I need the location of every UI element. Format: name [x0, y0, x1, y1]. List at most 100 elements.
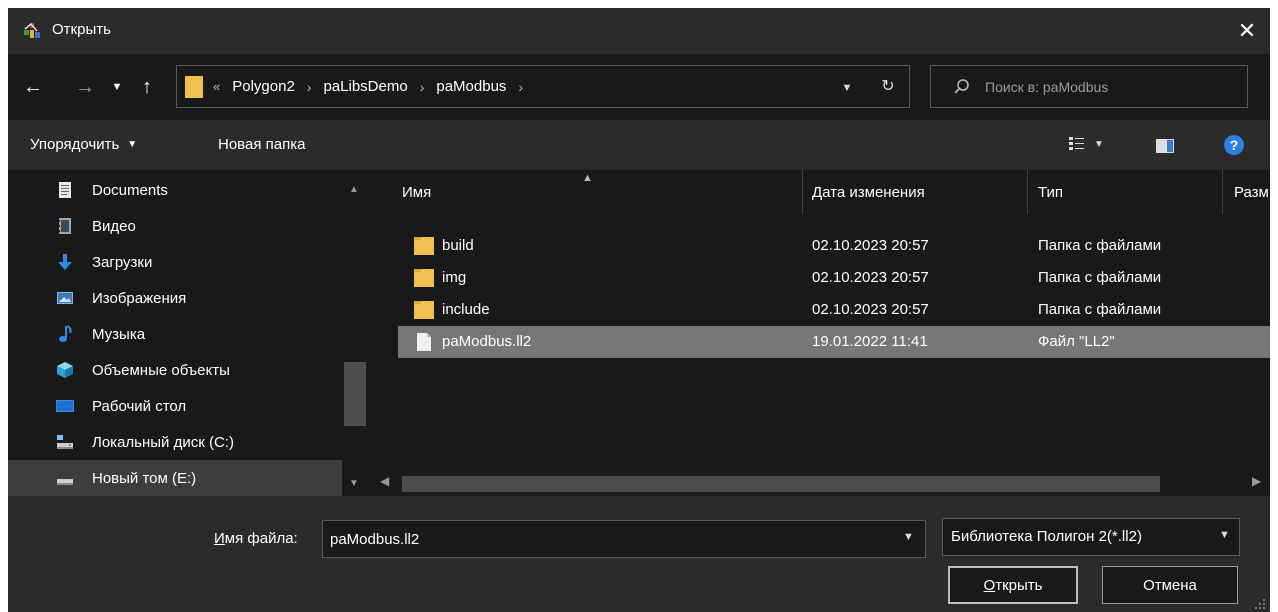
- up-arrow-icon[interactable]: ↑: [134, 74, 160, 100]
- desktop-icon: [56, 400, 74, 412]
- file-list: ▲ Имя Дата изменения Тип Разм build 02.1…: [372, 170, 1270, 496]
- 3d-objects-icon: [57, 362, 73, 378]
- scrollbar-thumb[interactable]: [402, 476, 1160, 492]
- sort-ascending-icon: ▲: [582, 172, 593, 184]
- back-arrow-icon[interactable]: ←: [20, 74, 46, 100]
- file-icon: [417, 333, 431, 351]
- open-file-dialog: Открыть ✕ ← → ▼ ↑ « Polygon2 › paLibsDem…: [8, 8, 1270, 612]
- sidebar-item-label: Изображения: [92, 289, 187, 307]
- breadcrumb-overflow-icon[interactable]: «: [213, 79, 220, 94]
- folder-icon: [185, 76, 203, 98]
- breadcrumb-separator-icon[interactable]: ›: [420, 79, 425, 95]
- refresh-icon[interactable]: ↻: [877, 76, 899, 98]
- sidebar-scrollbar[interactable]: ▲ ▼: [342, 170, 366, 496]
- sidebar-item-label: Documents: [92, 181, 168, 199]
- file-row-selected[interactable]: paModbus.ll2 19.01.2022 11:41 Файл "LL2": [398, 326, 1270, 358]
- file-row[interactable]: img 02.10.2023 20:57 Папка с файлами: [398, 262, 1270, 294]
- help-icon[interactable]: ?: [1224, 135, 1244, 155]
- folder-icon: [414, 301, 434, 319]
- filename-input[interactable]: [323, 521, 893, 557]
- scroll-right-icon[interactable]: ▶: [1252, 474, 1261, 488]
- search-icon: [954, 79, 969, 94]
- drive-icon: [57, 479, 73, 485]
- cancel-button[interactable]: Отмена: [1102, 566, 1238, 604]
- column-divider[interactable]: [802, 170, 803, 214]
- sidebar-item-documents[interactable]: Documents: [8, 172, 348, 208]
- resize-grip-icon[interactable]: [1254, 598, 1266, 610]
- document-icon: [59, 182, 71, 198]
- close-icon[interactable]: ✕: [1224, 8, 1270, 54]
- sidebar-item-downloads[interactable]: Загрузки: [8, 244, 348, 280]
- search-box[interactable]: [930, 65, 1248, 108]
- sidebar-item-video[interactable]: Видео: [8, 208, 348, 244]
- file-name: build: [442, 237, 474, 254]
- file-row[interactable]: build 02.10.2023 20:57 Папка с файлами: [398, 230, 1270, 262]
- folder-icon: [414, 269, 434, 287]
- forward-arrow-icon[interactable]: →: [72, 74, 98, 100]
- change-view-button[interactable]: ▼: [1068, 136, 1104, 152]
- breadcrumb-item[interactable]: paModbus: [436, 78, 506, 95]
- filetype-select[interactable]: Библиотека Полигон 2(*.ll2) ▼: [942, 518, 1240, 556]
- column-header-type[interactable]: Тип: [1038, 170, 1063, 214]
- breadcrumb-separator-icon[interactable]: ›: [518, 79, 523, 95]
- address-dropdown-icon[interactable]: ▼: [837, 78, 857, 98]
- app-icon: [24, 23, 40, 38]
- open-label: ткрыть: [995, 576, 1043, 594]
- chevron-down-icon[interactable]: ▼: [903, 531, 914, 543]
- sidebar-item-3d-objects[interactable]: Объемные объекты: [8, 352, 348, 388]
- sidebar-item-drive-c[interactable]: Локальный диск (C:): [8, 424, 348, 460]
- navigation-pane: Documents Видео Загрузки Изображения Муз…: [8, 170, 372, 496]
- organize-button[interactable]: Упорядочить ▼: [30, 136, 137, 153]
- open-button[interactable]: Открыть: [948, 566, 1078, 604]
- column-header-size[interactable]: Разм: [1234, 170, 1269, 214]
- file-type: Файл "LL2": [1038, 333, 1115, 350]
- file-date: 02.10.2023 20:57: [812, 269, 929, 286]
- recent-locations-chevron-icon[interactable]: ▼: [104, 74, 130, 100]
- column-divider[interactable]: [1222, 170, 1223, 214]
- drive-icon: [57, 435, 73, 449]
- column-header-name[interactable]: Имя: [402, 170, 431, 214]
- sidebar-item-label: Музыка: [92, 325, 146, 343]
- sidebar-item-label: Рабочий стол: [92, 397, 187, 415]
- music-icon: [59, 325, 72, 342]
- folder-icon: [414, 237, 434, 255]
- organize-label: Упорядочить: [30, 136, 120, 153]
- breadcrumb-item[interactable]: Polygon2: [232, 78, 295, 95]
- breadcrumb-item[interactable]: paLibsDemo: [323, 78, 407, 95]
- title-bar: Открыть ✕: [8, 8, 1270, 54]
- filename-combobox[interactable]: ▼: [322, 520, 926, 558]
- file-row[interactable]: include 02.10.2023 20:57 Папка с файлами: [398, 294, 1270, 326]
- file-type: Папка с файлами: [1038, 301, 1162, 318]
- view-details-icon: [1069, 137, 1084, 150]
- column-divider[interactable]: [1027, 170, 1028, 214]
- sidebar-item-desktop[interactable]: Рабочий стол: [8, 388, 348, 424]
- file-date: 19.01.2022 11:41: [812, 333, 928, 350]
- download-icon: [58, 254, 72, 270]
- window-title: Открыть: [52, 21, 111, 38]
- file-type: Папка с файлами: [1038, 269, 1162, 286]
- filename-label-text: мя файла:: [224, 530, 298, 547]
- scrollbar-thumb[interactable]: [344, 362, 366, 426]
- sidebar-item-label: Новый том (E:): [92, 469, 197, 487]
- scroll-down-icon[interactable]: ▼: [342, 478, 366, 489]
- search-input[interactable]: [985, 66, 1235, 107]
- scroll-up-icon[interactable]: ▲: [342, 184, 366, 195]
- breadcrumb-separator-icon[interactable]: ›: [307, 79, 312, 95]
- sidebar-item-label: Загрузки: [92, 253, 153, 271]
- address-bar[interactable]: « Polygon2 › paLibsDemo › paModbus › ▼ ↻: [176, 65, 910, 108]
- column-header-date[interactable]: Дата изменения: [812, 170, 925, 214]
- file-name: include: [442, 301, 490, 318]
- dialog-footer: Имя файла: ▼ Библиотека Полигон 2(*.ll2)…: [8, 496, 1270, 612]
- scroll-left-icon[interactable]: ◀: [380, 474, 389, 488]
- chevron-down-icon[interactable]: ▼: [1219, 529, 1230, 541]
- sidebar-item-label: Локальный диск (C:): [92, 433, 234, 451]
- horizontal-scrollbar[interactable]: ◀ ▶: [372, 470, 1270, 496]
- file-date: 02.10.2023 20:57: [812, 237, 929, 254]
- sidebar-item-pictures[interactable]: Изображения: [8, 280, 348, 316]
- new-folder-button[interactable]: Новая папка: [218, 136, 305, 153]
- sidebar-item-music[interactable]: Музыка: [8, 316, 348, 352]
- sidebar-item-drive-e[interactable]: Новый том (E:): [8, 460, 348, 496]
- file-type: Папка с файлами: [1038, 237, 1162, 254]
- sidebar-item-label: Видео: [92, 217, 136, 235]
- preview-pane-icon[interactable]: [1156, 139, 1174, 153]
